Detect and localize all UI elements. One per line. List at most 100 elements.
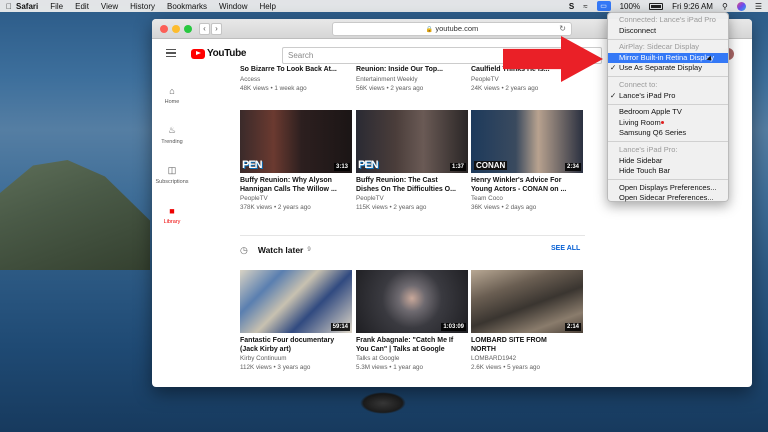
section-divider (240, 235, 585, 236)
video-thumbnail[interactable]: 59:14 (240, 270, 352, 333)
video-title[interactable]: Fantastic Four documentary (Jack Kirby ar… (240, 337, 352, 354)
video-meta: 378K views • 2 years ago (240, 204, 311, 212)
hamburger-menu-icon[interactable] (166, 49, 176, 57)
battery-icon[interactable] (649, 2, 664, 10)
desktop-rock (360, 392, 406, 414)
shelf-title[interactable]: Watch later (258, 245, 304, 255)
video-card[interactable]: PEN 3:13 Buffy Reunion: Why Alyson Hannig… (240, 110, 352, 212)
menu-item-samsung-tv[interactable]: Samsung Q6 Series (608, 128, 728, 139)
airplay-dropdown-menu: Connected: Lance's iPad Pro Disconnect A… (607, 12, 729, 202)
menu-item-hide-sidebar[interactable]: Hide Sidebar (608, 156, 728, 167)
notification-center-icon[interactable]: ☰ (755, 2, 762, 11)
menu-separator (608, 179, 728, 181)
video-title[interactable]: Reunion: Inside Our Top... (356, 66, 468, 75)
video-card[interactable]: 1:03:09 Frank Abagnale: "Catch Me If You … (356, 270, 468, 372)
menu-window[interactable]: Window (219, 2, 247, 11)
video-duration: 2:34 (564, 163, 581, 171)
sidebar-item-subscriptions[interactable]: ◫ Subscriptions (152, 155, 192, 195)
video-title[interactable]: Buffy Reunion: The Cast Dishes On The Dif… (356, 177, 468, 194)
video-title[interactable]: Frank Abagnale: "Catch Me If You Can" | T… (356, 337, 468, 354)
sidebar-item-trending[interactable]: ♨ Trending (152, 115, 192, 155)
video-card[interactable]: PEN 1:37 Buffy Reunion: The Cast Dishes O… (356, 110, 468, 212)
video-thumbnail[interactable]: 2:14 (471, 270, 583, 333)
menu-header-ipad-options: Lance's iPad Pro: (619, 144, 678, 154)
menu-bookmarks[interactable]: Bookmarks (167, 2, 207, 11)
video-meta: 112K views • 3 years ago (240, 364, 311, 372)
menu-item-bedroom-apple-tv[interactable]: Bedroom Apple TV (608, 107, 728, 118)
video-channel[interactable]: Access (240, 75, 352, 84)
video-title[interactable]: LOMBARD SITE FROM NORTH (471, 337, 583, 354)
menu-help[interactable]: Help (259, 2, 275, 11)
video-title[interactable]: So Bizarre To Look Back At... (240, 66, 352, 75)
menu-history[interactable]: History (130, 2, 155, 11)
video-card[interactable]: So Bizarre To Look Back At... Access 48K… (240, 66, 352, 93)
reload-icon[interactable]: ↻ (559, 23, 566, 35)
desktop-island (0, 160, 150, 270)
video-card[interactable]: CONAN 2:34 Henry Winkler's Advice For You… (471, 110, 583, 212)
back-button[interactable]: ‹ (199, 23, 210, 35)
menu-item-open-displays-prefs[interactable]: Open Displays Preferences... (608, 183, 728, 194)
video-title[interactable]: Buffy Reunion: Why Alyson Hannigan Calls … (240, 177, 352, 194)
video-card[interactable]: 2:14 LOMBARD SITE FROM NORTH LOMBARD1942 … (471, 270, 583, 372)
video-thumbnail[interactable]: PEN 3:13 (240, 110, 352, 173)
menu-item-living-room[interactable]: Living Room (608, 118, 728, 129)
video-channel[interactable]: Team Coco (471, 194, 583, 203)
video-card[interactable]: 59:14 Fantastic Four documentary (Jack Ki… (240, 270, 352, 372)
video-thumbnail[interactable]: CONAN 2:34 (471, 110, 583, 173)
video-channel[interactable]: Talks at Google (356, 354, 468, 363)
menu-item-open-sidecar-prefs[interactable]: Open Sidecar Preferences... (608, 193, 728, 204)
youtube-logo[interactable]: YouTube (191, 48, 247, 59)
video-meta: 115K views • 2 years ago (356, 204, 427, 212)
video-duration: 1:37 (449, 163, 466, 171)
sidebar-item-label: Subscriptions (155, 179, 189, 185)
video-meta: 56K views • 2 years ago (356, 84, 424, 92)
flame-icon: ♨ (167, 125, 177, 135)
menu-header-airplay: AirPlay: Sidecar Display (619, 42, 700, 52)
siri-icon[interactable] (736, 1, 746, 11)
video-channel[interactable]: LOMBARD1942 (471, 354, 583, 363)
menu-header-connected: Connected: Lance's iPad Pro (619, 15, 716, 24)
video-card[interactable]: Reunion: Inside Our Top... Entertainment… (356, 66, 468, 93)
minimize-window-button[interactable] (172, 25, 180, 33)
wifi-icon[interactable]: ≈ (583, 2, 587, 11)
subscriptions-icon: ◫ (167, 165, 177, 175)
home-icon: ⌂ (169, 85, 175, 96)
menu-app-safari[interactable]: Safari (16, 2, 38, 11)
video-thumbnail[interactable]: 1:03:09 (356, 270, 468, 333)
menu-clock[interactable]: Fri 9:26 AM (672, 2, 713, 11)
menu-item-ipad[interactable]: ✓ Lance's iPad Pro (608, 91, 728, 102)
video-thumbnail[interactable]: PEN 1:37 (356, 110, 468, 173)
address-bar[interactable]: 🔒 youtube.com ↻ (332, 22, 572, 36)
video-channel[interactable]: Kirby Continuum (240, 354, 352, 363)
video-title[interactable]: Henry Winkler's Advice For Young Actors -… (471, 177, 583, 194)
video-channel[interactable]: Entertainment Weekly (356, 75, 468, 84)
skype-icon[interactable]: S (569, 2, 574, 11)
zoom-window-button[interactable] (184, 25, 192, 33)
video-channel[interactable]: PeopleTV (240, 194, 352, 203)
address-url: youtube.com (435, 24, 479, 33)
sidebar-item-home[interactable]: ⌂ Home (152, 75, 192, 115)
clock-icon: ◷ (240, 244, 248, 255)
youtube-sidebar: ⌂ Home ♨ Trending ◫ Subscriptions ■ Libr… (152, 69, 192, 235)
video-meta: 2.6K views • 5 years ago (471, 364, 541, 372)
spotlight-search-icon[interactable]: ⚲ (722, 2, 728, 11)
red-dot-marker (661, 121, 664, 124)
menu-item-separate-display[interactable]: ✓ Use As Separate Display (608, 63, 728, 74)
menu-edit[interactable]: Edit (75, 2, 89, 11)
menu-separator (608, 76, 728, 78)
see-all-link[interactable]: SEE ALL (551, 245, 580, 252)
video-channel[interactable]: PeopleTV (356, 194, 468, 203)
menu-item-hide-touch-bar[interactable]: Hide Touch Bar (608, 166, 728, 177)
sidebar-item-library[interactable]: ■ Library (152, 195, 192, 235)
forward-button[interactable]: › (211, 23, 222, 35)
video-meta: 5.3M views • 1 year ago (356, 364, 423, 372)
watch-later-shelf: ◷ Watch later 9 (240, 241, 585, 259)
close-window-button[interactable] (160, 25, 168, 33)
menu-file[interactable]: File (50, 2, 63, 11)
menu-item-disconnect[interactable]: Disconnect (608, 26, 728, 37)
airplay-display-icon[interactable]: ▭ (596, 1, 611, 11)
menu-separator (608, 103, 728, 105)
menu-view[interactable]: View (101, 2, 118, 11)
apple-icon[interactable]:  (6, 2, 16, 11)
checkmark-icon: ✓ (610, 63, 617, 73)
